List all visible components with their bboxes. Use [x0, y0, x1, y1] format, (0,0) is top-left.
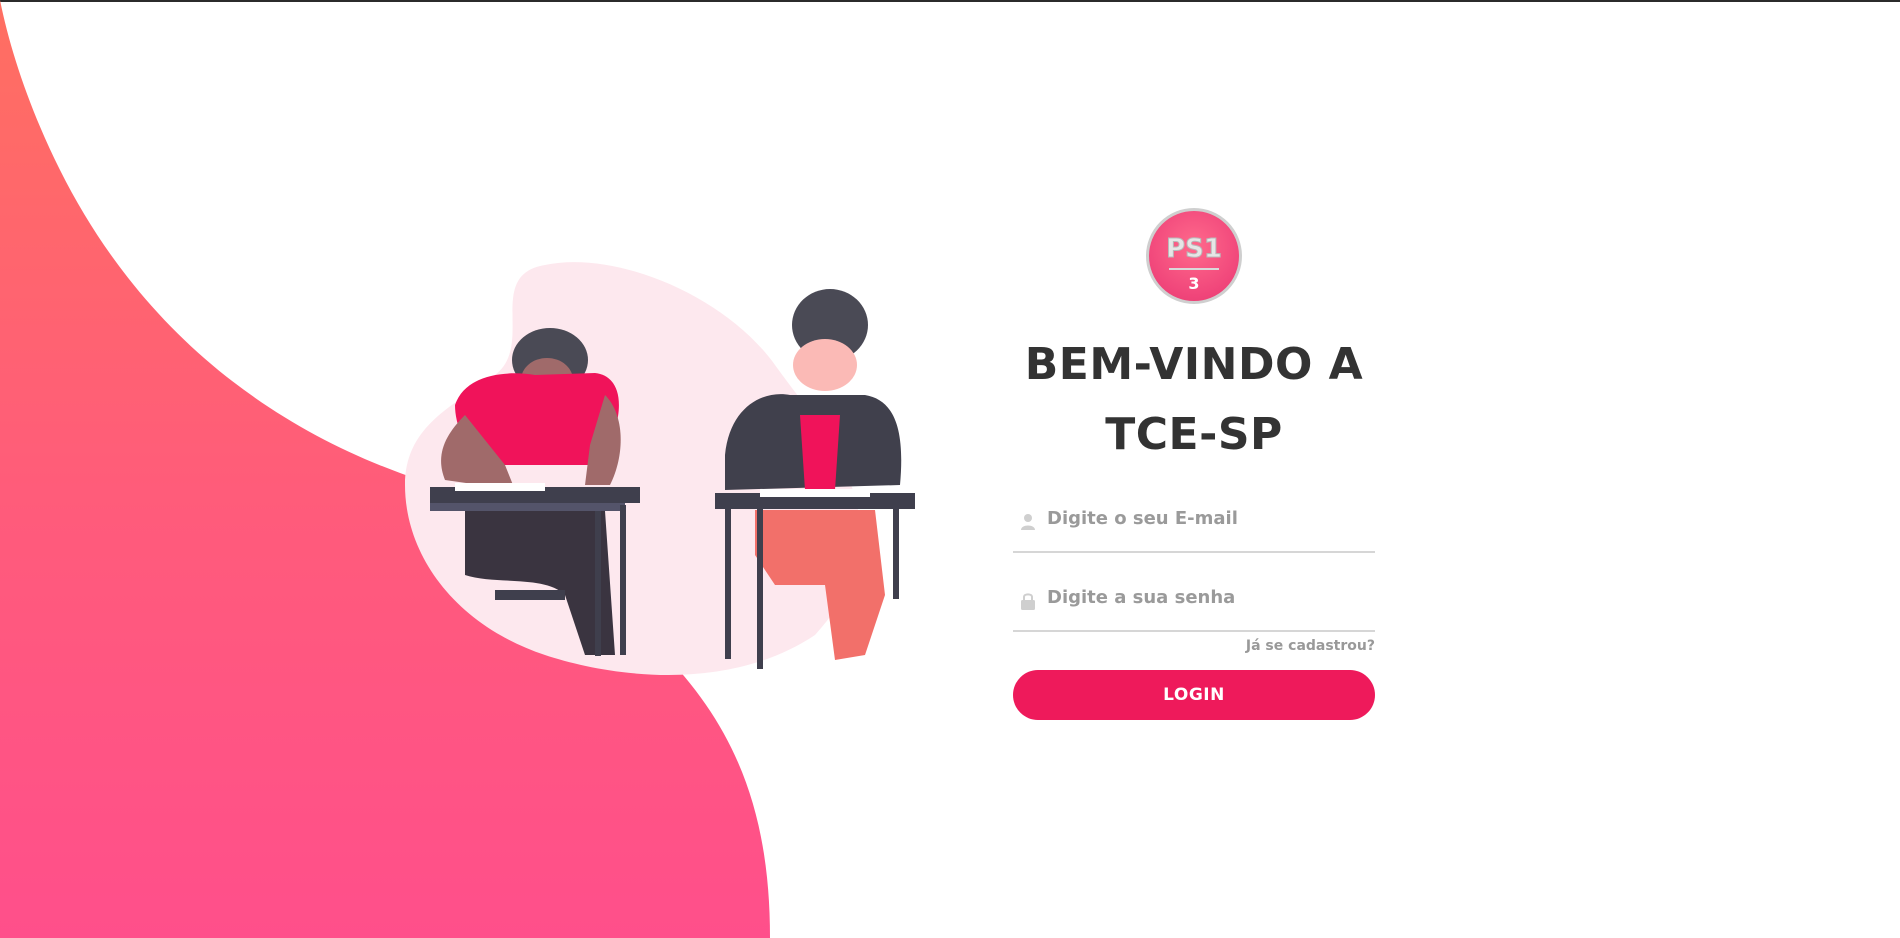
brand-logo: PS1 3 [1146, 208, 1242, 304]
logo-text: PS1 [1166, 234, 1222, 264]
title-line-2: TCE-SP [1105, 409, 1283, 460]
user-icon [1017, 511, 1039, 533]
already-registered-link[interactable]: Já se cadastrou? [1013, 638, 1375, 654]
email-input[interactable] [1047, 508, 1367, 529]
password-input[interactable] [1047, 587, 1367, 608]
login-form: PS1 3 BEM-VINDO A TCE-SP Digite o seu E-… [1013, 208, 1375, 720]
logo-subtext: 3 [1188, 274, 1199, 293]
page-title: BEM-VINDO A TCE-SP [1013, 330, 1375, 470]
email-field [1013, 498, 1375, 553]
title-line-1: BEM-VINDO A [1024, 339, 1364, 390]
login-page: PS1 3 BEM-VINDO A TCE-SP Digite o seu E-… [0, 0, 1900, 938]
password-field [1013, 577, 1375, 632]
login-button[interactable]: LOGIN [1013, 670, 1375, 720]
lock-icon [1017, 590, 1039, 612]
background-wave [0, 0, 770, 938]
students-illustration [405, 262, 915, 675]
